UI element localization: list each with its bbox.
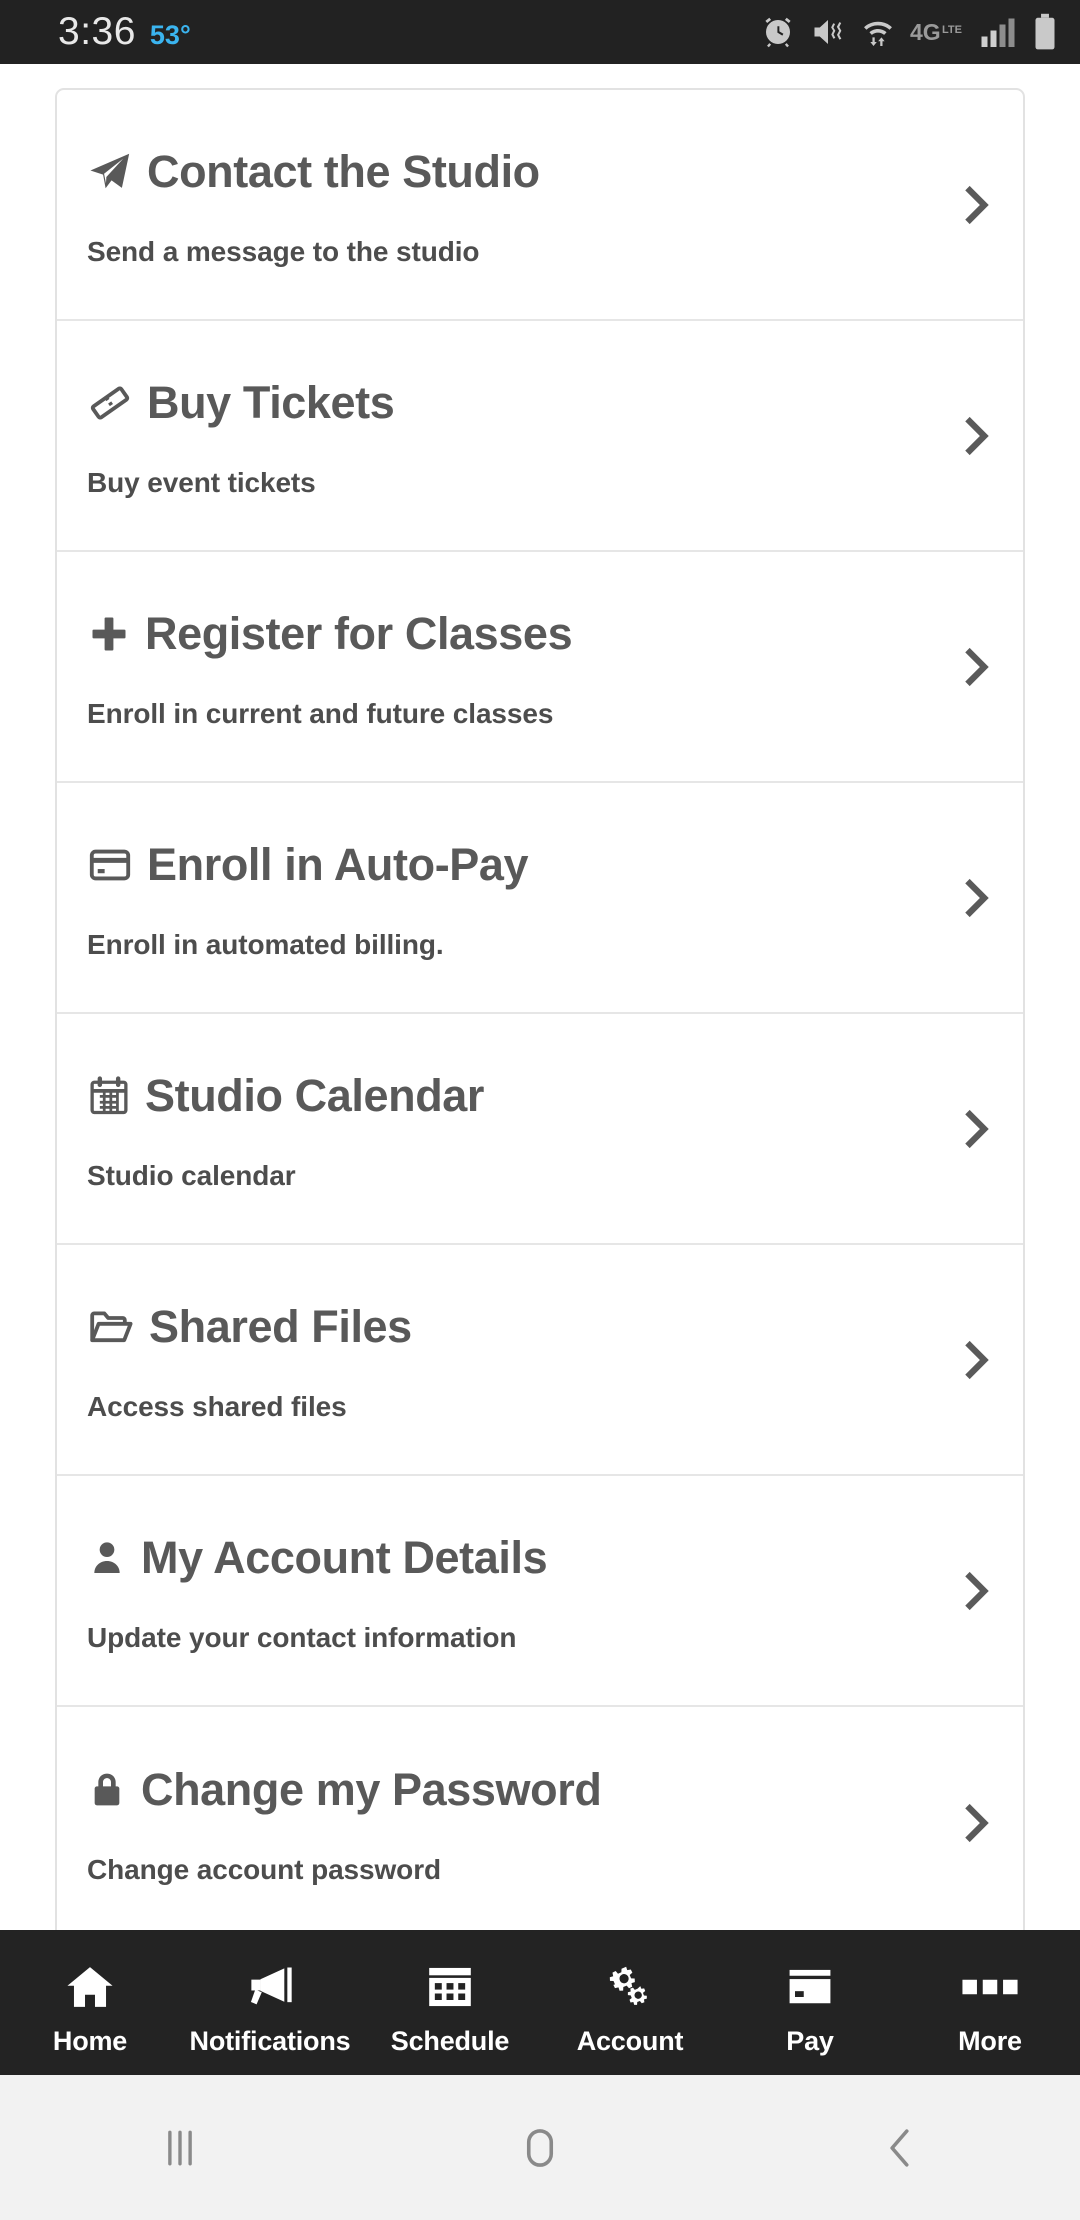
menu-item-title-row: Contact the Studio (87, 146, 931, 198)
tab-label: More (958, 2026, 1022, 2056)
menu-item-subtitle: Buy event tickets (87, 466, 316, 498)
menu-item-subtitle: Access shared files (87, 1390, 347, 1422)
tab-more[interactable]: More (900, 1930, 1080, 2075)
menu-item-body: Contact the Studio Send a message to the… (87, 124, 931, 286)
user-icon (87, 1536, 127, 1580)
recents-icon[interactable] (0, 2121, 360, 2175)
menu-item-subtitle: Enroll in automated billing. (87, 928, 444, 960)
back-icon[interactable] (720, 2121, 1080, 2175)
menu-item-change-my-password[interactable]: Change my Password Change account passwo… (57, 1707, 1023, 1930)
menu-item-body: Shared Files Access shared files (87, 1279, 931, 1441)
three-squares-icon (961, 1958, 1019, 2016)
chevron-right-icon[interactable] (931, 178, 1023, 232)
menu-item-body: Register for Classes Enroll in current a… (87, 586, 931, 748)
menu-item-subtitle: Studio calendar (87, 1159, 296, 1191)
menu-item-title-row: Change my Password (87, 1764, 931, 1816)
ticket-icon (87, 380, 133, 426)
menu-item-title-row: Buy Tickets (87, 377, 931, 429)
folder-open-icon (87, 1303, 135, 1351)
menu-item-body: Studio Calendar Studio calendar (87, 1048, 931, 1210)
wifi-data-icon (864, 21, 892, 46)
menu-item-title-row: Enroll in Auto-Pay (87, 839, 931, 891)
menu-item-title-row: My Account Details (87, 1532, 931, 1584)
android-status-bar: 3:36 53° 4G LTE (0, 0, 1080, 64)
battery-icon (1035, 13, 1055, 50)
chevron-right-icon[interactable] (931, 1796, 1023, 1850)
plus-icon (87, 612, 131, 656)
menu-item-body: Enroll in Auto-Pay Enroll in automated b… (87, 817, 931, 979)
lock-icon (87, 1768, 127, 1812)
home-circle-icon[interactable] (360, 2121, 720, 2175)
menu-item-title: Shared Files (149, 1300, 412, 1352)
tab-label: Notifications (189, 2026, 351, 2056)
calendar-grid-icon (424, 1958, 476, 2016)
tab-account[interactable]: Account (540, 1930, 720, 2075)
menu-item-my-account-details[interactable]: My Account Details Update your contact i… (57, 1476, 1023, 1707)
tab-label: Home (52, 2026, 128, 2056)
home-icon (62, 1958, 118, 2016)
menu-item-title-row: Register for Classes (87, 608, 931, 660)
tab-label: Schedule (390, 2026, 510, 2056)
menu-item-studio-calendar[interactable]: Studio Calendar Studio calendar (57, 1014, 1023, 1245)
svg-text:LTE: LTE (942, 24, 962, 36)
chevron-right-icon[interactable] (931, 1564, 1023, 1618)
tab-home[interactable]: Home (0, 1930, 180, 2075)
credit-card-icon (87, 842, 133, 888)
chevron-right-icon[interactable] (931, 871, 1023, 925)
menu-item-subtitle: Send a message to the studio (87, 235, 480, 267)
menu-item-title-row: Studio Calendar (87, 1070, 931, 1122)
menu-item-title: Enroll in Auto-Pay (147, 838, 529, 890)
menu-item-subtitle: Change account password (87, 1853, 441, 1885)
credit-card-icon (782, 1958, 838, 2016)
4g-lte-icon: 4G LTE (910, 19, 962, 45)
tab-label: Account (576, 2026, 684, 2056)
chevron-right-icon[interactable] (931, 640, 1023, 694)
menu-item-buy-tickets[interactable]: Buy Tickets Buy event tickets (57, 321, 1023, 552)
menu-item-register-for-classes[interactable]: Register for Classes Enroll in current a… (57, 552, 1023, 783)
chevron-right-icon[interactable] (931, 1333, 1023, 1387)
menu-item-enroll-in-auto-pay[interactable]: Enroll in Auto-Pay Enroll in automated b… (57, 783, 1023, 1014)
menu-item-body: Change my Password Change account passwo… (87, 1742, 931, 1904)
status-clock: 3:36 (58, 10, 136, 53)
tab-notifications[interactable]: Notifications (180, 1930, 360, 2075)
menu-item-body: My Account Details Update your contact i… (87, 1510, 931, 1672)
vibrate-mute-icon (814, 20, 842, 44)
status-bar-right: 4G LTE (760, 13, 1058, 51)
menu-item-title: Studio Calendar (145, 1069, 485, 1121)
megaphone-icon (241, 1958, 299, 2016)
menu-scroll-area[interactable]: Contact the Studio Send a message to the… (0, 64, 1080, 1930)
signal-bars-icon (981, 18, 1015, 47)
menu-item-subtitle: Update your contact information (87, 1621, 517, 1653)
tab-label: Pay (786, 2026, 834, 2056)
menu-item-body: Buy Tickets Buy event tickets (87, 355, 931, 517)
status-bar-left: 3:36 53° (58, 10, 191, 54)
tab-schedule[interactable]: Schedule (360, 1930, 540, 2075)
chevron-right-icon[interactable] (931, 1102, 1023, 1156)
menu-item-title: Change my Password (141, 1763, 602, 1815)
menu-item-title: My Account Details (141, 1531, 548, 1583)
menu-item-title: Register for Classes (145, 607, 573, 659)
tab-pay[interactable]: Pay (720, 1930, 900, 2075)
menu-item-title: Contact the Studio (147, 145, 540, 197)
chevron-right-icon[interactable] (931, 409, 1023, 463)
svg-text:4G: 4G (910, 19, 941, 45)
menu-card: Contact the Studio Send a message to the… (55, 88, 1025, 1930)
menu-item-subtitle: Enroll in current and future classes (87, 697, 554, 729)
gears-icon (602, 1958, 658, 2016)
calendar-icon (87, 1074, 131, 1118)
menu-item-contact-the-studio[interactable]: Contact the Studio Send a message to the… (57, 90, 1023, 321)
status-temperature: 53° (149, 20, 191, 50)
alarm-icon (765, 17, 791, 48)
paper-plane-icon (87, 149, 133, 195)
menu-item-title-row: Shared Files (87, 1301, 931, 1353)
android-navigation-bar (0, 2075, 1080, 2220)
menu-item-title: Buy Tickets (147, 376, 395, 428)
menu-item-shared-files[interactable]: Shared Files Access shared files (57, 1245, 1023, 1476)
bottom-tab-bar: Home Notifications Schedule Account Pay … (0, 1930, 1080, 2075)
